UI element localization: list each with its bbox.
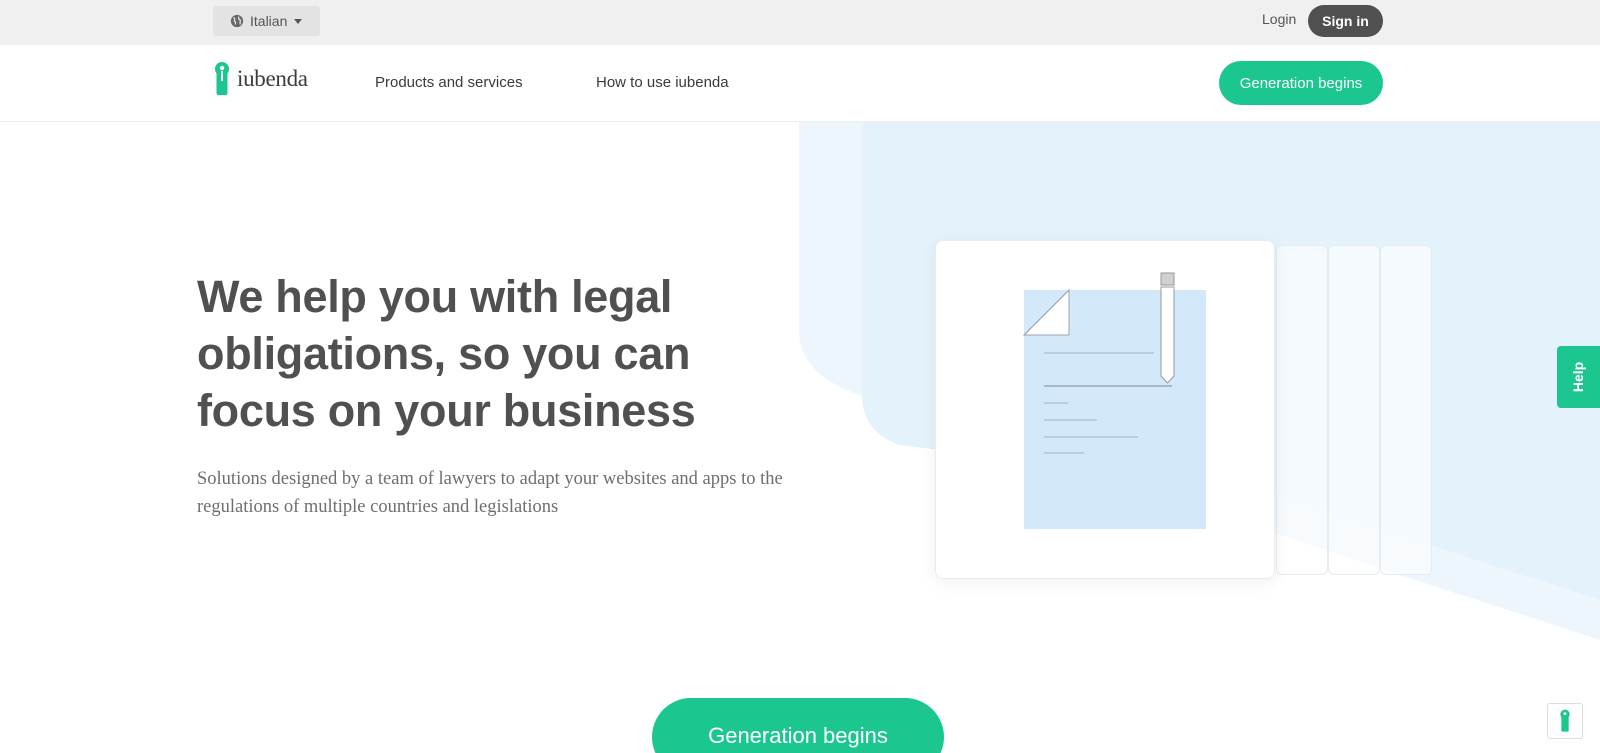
- stacked-card: [1276, 245, 1328, 575]
- main-nav: iubenda Products and services How to use…: [0, 45, 1600, 122]
- help-label: Help: [1570, 361, 1587, 393]
- pencil-icon: [1160, 272, 1175, 384]
- caret-down-icon: [294, 18, 303, 24]
- stacked-card: [1380, 245, 1432, 575]
- nav-products-and-services[interactable]: Products and services: [375, 74, 523, 91]
- logo[interactable]: iubenda: [213, 61, 308, 97]
- language-label: Italian: [250, 13, 288, 29]
- top-utility-bar: Italian Login Sign in: [0, 0, 1600, 45]
- nav-how-to-use[interactable]: How to use iubenda: [596, 74, 729, 91]
- hero-generation-begins-button[interactable]: Generation begins: [652, 698, 944, 753]
- logo-text: iubenda: [237, 66, 308, 91]
- document-card: [935, 240, 1275, 579]
- iubenda-badge[interactable]: [1547, 703, 1583, 739]
- hero-title: We help you with legal obligations, so y…: [197, 271, 696, 436]
- hero-subtitle: Solutions designed by a team of lawyers …: [197, 469, 783, 517]
- language-selector[interactable]: Italian: [213, 6, 320, 36]
- help-tab[interactable]: Help: [1557, 346, 1600, 408]
- login-link[interactable]: Login: [1262, 11, 1296, 27]
- globe-icon: [230, 14, 244, 28]
- iubenda-logo-icon: [215, 62, 229, 95]
- document-icon: [1022, 272, 1206, 529]
- stacked-card: [1328, 245, 1380, 575]
- iubenda-badge-icon: [1560, 709, 1570, 732]
- signin-button[interactable]: Sign in: [1308, 5, 1383, 37]
- nav-generation-begins-button[interactable]: Generation begins: [1219, 61, 1383, 105]
